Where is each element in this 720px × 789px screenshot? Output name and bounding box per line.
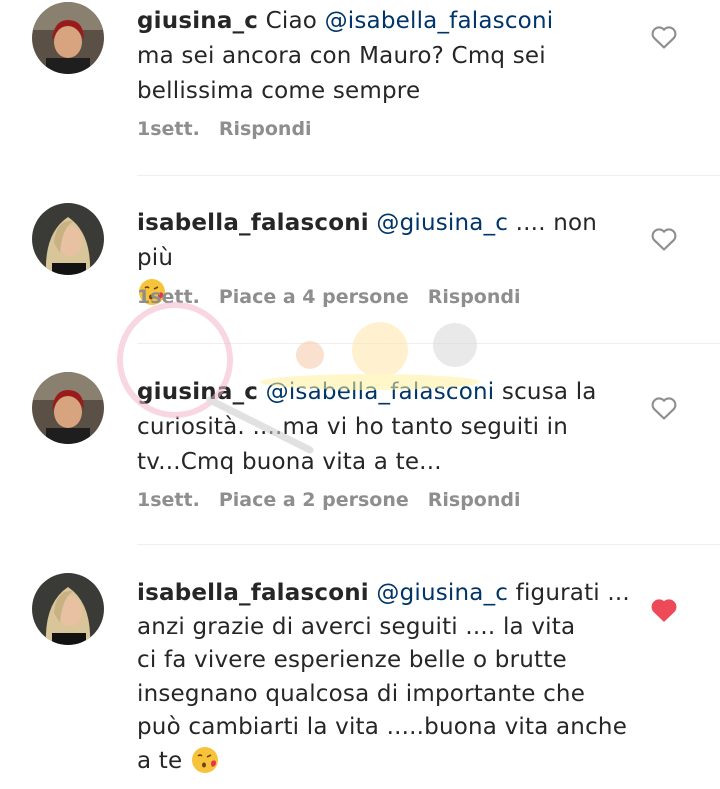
comment-1: giusina_c Ciao @isabella_falasconi ma se… [0,0,720,175]
comment-3: giusina_c @isabella_falasconi scusa la c… [0,344,720,544]
comment-username[interactable]: giusina_c [137,379,258,405]
comment-time: 1sett. [137,489,200,511]
heart-outline-icon[interactable] [650,226,678,252]
avatar-isabella[interactable] [32,573,104,645]
comment-username[interactable]: giusina_c [137,8,258,34]
likes-count[interactable]: Piace a 4 persone [219,286,409,308]
avatar-giusina[interactable] [32,2,104,74]
comment-text: Ciao [265,8,325,34]
reply-button[interactable]: Rispondi [219,118,312,140]
comment-text-line: insegnano qualcosa di importante che [137,680,586,707]
comment-4: isabella_falasconi @giusina_c figurati .… [0,545,720,789]
comment-text-line: tv...Cmq buona vita a te... [137,449,442,475]
comment-username[interactable]: isabella_falasconi [137,580,369,606]
heart-outline-icon[interactable] [650,395,678,421]
comment-text-line: ma sei ancora con Mauro? Cmq sei [137,43,546,69]
comment-mention[interactable]: @giusina_c [376,210,508,236]
comment-mention[interactable]: @isabella_falasconi [325,8,554,34]
comment-time: 1sett. [137,118,200,140]
kiss-emoji-icon [191,746,218,773]
avatar-isabella[interactable] [32,203,104,275]
comment-text: scusa la [501,379,597,405]
comment-text-line: ci fa vivere esperienze belle o brutte [137,647,567,673]
comment-text-line: curiosità. ....ma vi ho tanto seguiti in [137,414,569,440]
comment-mention[interactable]: @giusina_c [376,580,508,606]
reply-button[interactable]: Rispondi [428,286,521,308]
reply-button[interactable]: Rispondi [428,489,521,511]
comment-username[interactable]: isabella_falasconi [137,210,369,236]
comment-text-line: anzi grazie di averci seguiti .... la vi… [137,613,576,640]
comment-mention[interactable]: @isabella_falasconi [266,379,495,405]
comment-text-line: a te [137,747,183,774]
heart-filled-icon[interactable] [650,597,678,623]
likes-count[interactable]: Piace a 2 persone [219,489,409,511]
comment-text-line: bellissima come sempre [137,78,421,104]
heart-outline-icon[interactable] [650,24,678,50]
comment-text-line: può cambiarti la vita .....buona vita an… [137,714,628,740]
comment-2: isabella_falasconi @giusina_c .... non p… [0,176,720,343]
comment-text: figurati ... [515,580,630,606]
comment-time: 1sett. [137,286,200,308]
avatar-giusina[interactable] [32,372,104,444]
